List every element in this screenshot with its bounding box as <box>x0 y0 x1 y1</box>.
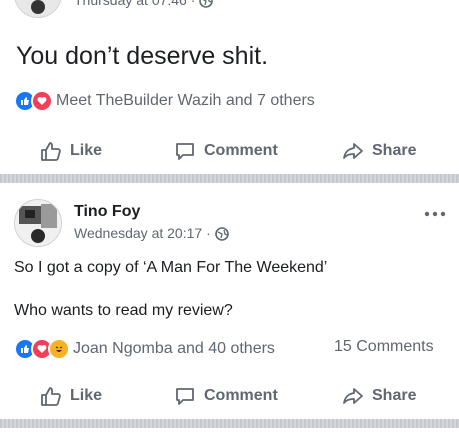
haha-icon <box>48 338 70 360</box>
comment-icon <box>176 388 194 405</box>
feed-divider <box>0 419 459 428</box>
comment-icon <box>176 143 194 160</box>
like-button[interactable]: Like <box>40 140 102 162</box>
share-icon <box>343 143 363 159</box>
share-button[interactable]: Share <box>342 140 416 162</box>
globe-icon <box>199 0 214 8</box>
reaction-summary[interactable]: Joan Ngomba and 40 others <box>14 338 275 360</box>
comment-button[interactable]: Comment <box>174 385 278 407</box>
post-1: Thursday at 07:46 · You don’t deserve sh… <box>0 0 459 172</box>
reaction-names: Meet TheBuilder Wazih and 7 others <box>56 92 315 109</box>
avatar[interactable] <box>14 199 62 247</box>
comments-count[interactable]: 15 Comments <box>334 338 434 356</box>
post-3-top-edge <box>0 428 459 441</box>
more-options-icon[interactable] <box>424 201 446 224</box>
like-button[interactable]: Like <box>40 385 102 407</box>
comment-button[interactable]: Comment <box>174 140 278 162</box>
reaction-names: Joan Ngomba and 40 others <box>73 340 275 357</box>
thumbs-up-icon <box>41 142 61 161</box>
reaction-summary[interactable]: Meet TheBuilder Wazih and 7 others <box>14 90 315 112</box>
post-timestamp[interactable]: Thursday at 07:46 · <box>74 0 214 8</box>
love-icon <box>31 90 53 112</box>
post-body-line-2: Who wants to read my review? <box>14 302 233 319</box>
post-body-line-1: So I got a copy of ‘A Man For The Weeken… <box>14 259 328 276</box>
avatar[interactable] <box>14 0 62 18</box>
post-body: You don’t deserve shit. <box>16 42 269 70</box>
post-timestamp[interactable]: Wednesday at 20:17 · <box>74 225 229 241</box>
globe-icon <box>214 227 229 241</box>
share-button[interactable]: Share <box>342 385 416 407</box>
feed-divider <box>0 174 459 183</box>
post-2: Tino Foy Wednesday at 20:17 · So I got a… <box>0 183 459 416</box>
author-name[interactable]: Tino Foy <box>74 203 140 221</box>
share-icon <box>343 388 363 404</box>
thumbs-up-icon <box>41 387 61 406</box>
